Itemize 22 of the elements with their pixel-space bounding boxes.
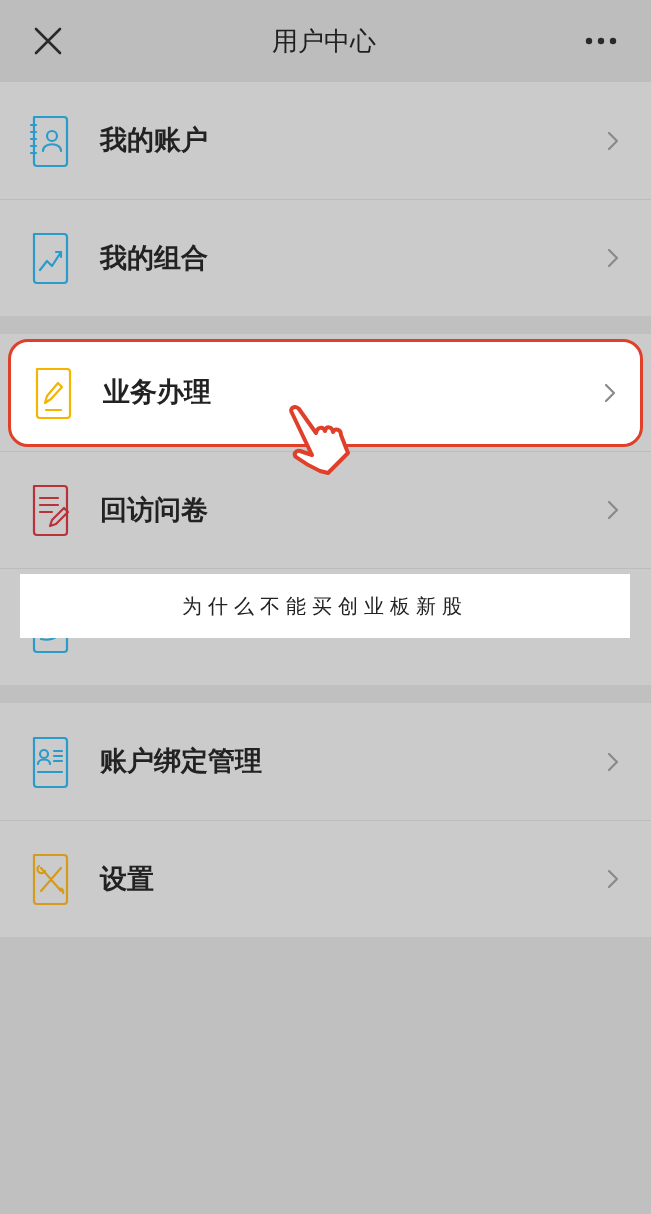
close-icon[interactable] [34, 27, 62, 55]
menu-item[interactable]: 设置 [0, 821, 651, 937]
menu-item[interactable]: 账户绑定管理 [0, 703, 651, 820]
chevron-right-icon [607, 500, 619, 520]
caption-text: 为什么不能买创业板新股 [182, 593, 468, 620]
menu-item[interactable]: 我的账户 [0, 82, 651, 199]
menu-item[interactable]: 我的组合 [0, 200, 651, 316]
page-title: 用户中心 [271, 24, 376, 58]
more-icon[interactable] [585, 37, 617, 45]
menu-label: 我的组合 [100, 240, 208, 275]
menu-item[interactable]: 回访问卷 [0, 452, 651, 568]
menu-item[interactable]: 业务办理 [8, 338, 643, 447]
chevron-right-icon [607, 248, 619, 268]
chevron-right-icon [604, 382, 616, 403]
chevron-right-icon [607, 751, 619, 772]
chevron-right-icon [607, 869, 619, 889]
menu-label: 业务办理 [103, 375, 211, 410]
chevron-right-icon [607, 130, 619, 151]
menu-label: 回访问卷 [100, 492, 208, 527]
menu-label: 我的账户 [100, 123, 208, 158]
menu-label: 设置 [100, 861, 154, 896]
menu-label: 账户绑定管理 [100, 744, 262, 779]
